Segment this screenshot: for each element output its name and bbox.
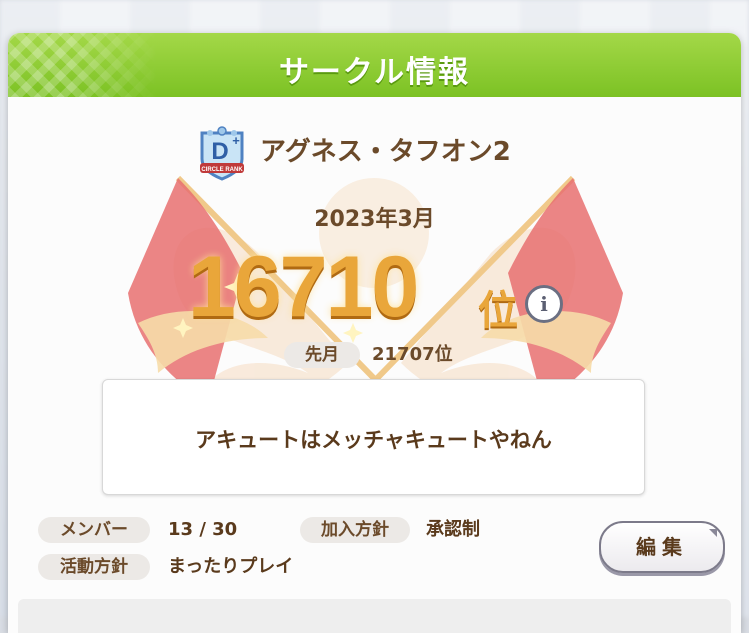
info-icon[interactable]: i [525, 285, 563, 323]
rank-badge-suffix: + [232, 133, 240, 148]
circle-message: アキュートはメッチャキュートやねん [195, 428, 552, 452]
edit-button[interactable]: 編集 [599, 521, 725, 573]
last-month-label: 先月 [284, 342, 360, 368]
join-policy-label: 加入方針 [300, 517, 410, 543]
rank-number: 16710 [188, 239, 419, 335]
circle-message-box: アキュートはメッチャキュートやねん [102, 379, 645, 495]
members-value: 13 / 30 [168, 519, 238, 540]
circle-name: アグネス・タフオン2 [260, 137, 511, 167]
rank-badge-caption: CIRCLE RANK [201, 167, 243, 173]
activity-label: 活動方針 [38, 554, 150, 580]
rank-badge-letter: D [211, 138, 228, 165]
ranking-month: 2023年3月 [314, 207, 435, 232]
activity-value: まったりプレイ [168, 556, 294, 577]
panel-header: サークル情報 [8, 33, 741, 97]
circle-rank-badge-icon: D + CIRCLE RANK [200, 126, 244, 181]
rank-unit: 位 [478, 288, 518, 334]
join-policy-value: 承認制 [426, 519, 480, 540]
panel-title: サークル情報 [278, 55, 471, 90]
circle-info-panel: サークル情報 D + CIRCLE RANK アグネス・タフオン2 2023年3… [8, 33, 741, 633]
members-label: メンバー [38, 517, 150, 543]
bottom-section [18, 599, 731, 633]
last-month-value: 21707位 [372, 344, 453, 365]
